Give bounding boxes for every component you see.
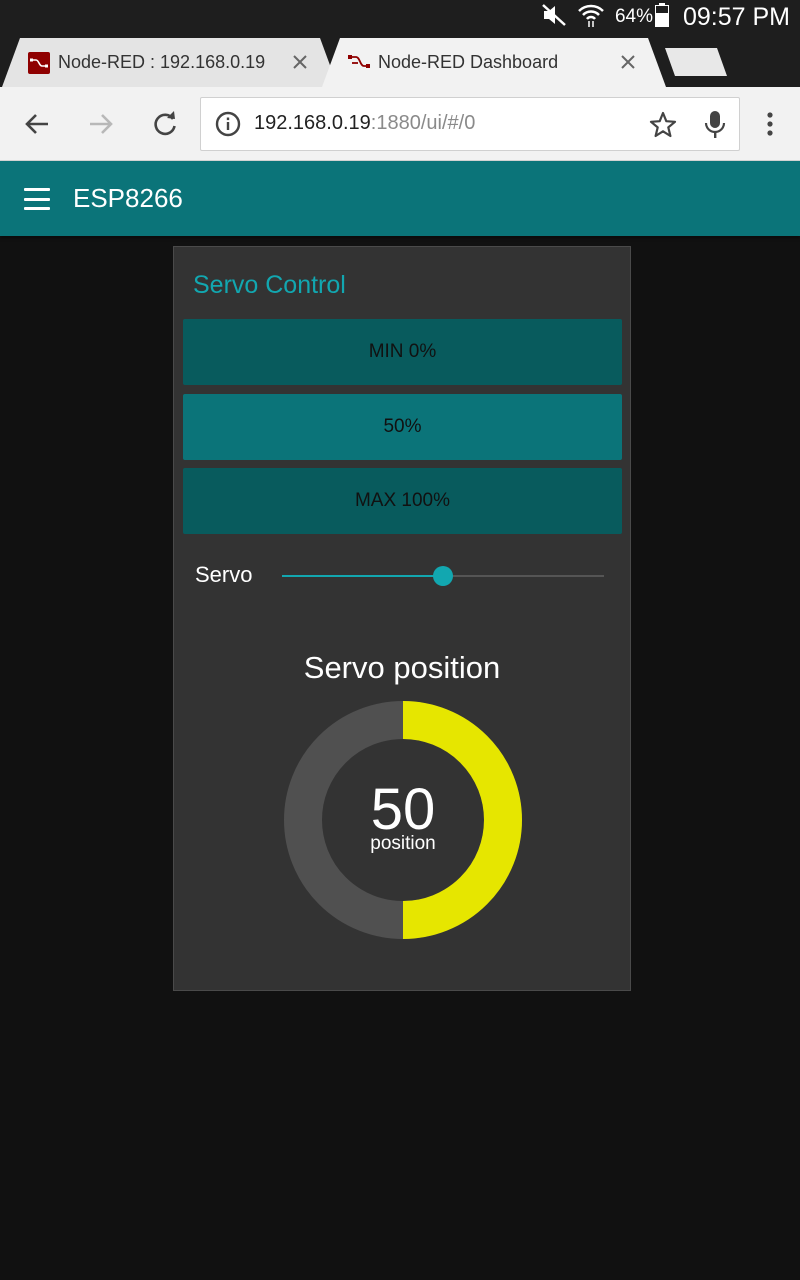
node-red-favicon bbox=[28, 51, 50, 74]
servo-control-group: Servo Control MIN 0% 50% MAX 100% Servo … bbox=[173, 246, 631, 991]
gauge-units: position bbox=[370, 833, 436, 854]
url-text[interactable]: 192.168.0.19:1880/ui/#/0 bbox=[254, 112, 475, 135]
slider-label: Servo bbox=[195, 562, 253, 587]
new-tab-button[interactable] bbox=[665, 48, 727, 76]
node-red-favicon bbox=[348, 52, 370, 74]
forward-arrow-icon[interactable] bbox=[81, 104, 121, 144]
battery-icon bbox=[654, 2, 669, 32]
url-path: :1880/ui/#/0 bbox=[370, 112, 476, 134]
tab-close-icon[interactable] bbox=[288, 50, 312, 74]
tab-title: Node-RED Dashboard bbox=[378, 52, 559, 72]
tab-close-icon[interactable] bbox=[616, 50, 640, 74]
info-icon[interactable] bbox=[215, 111, 241, 142]
mic-icon[interactable] bbox=[704, 110, 726, 145]
servo-position-gauge: 50 position bbox=[283, 700, 523, 940]
servo-slider[interactable] bbox=[282, 565, 604, 587]
dashboard-header: ESP8266 bbox=[0, 161, 800, 236]
overflow-menu-icon[interactable] bbox=[750, 104, 790, 144]
status-bar: 64% 09:57 PM bbox=[0, 0, 800, 34]
browser-toolbar: 192.168.0.19:1880/ui/#/0 bbox=[0, 87, 800, 161]
dashboard-title: ESP8266 bbox=[73, 183, 183, 213]
star-icon[interactable] bbox=[649, 111, 677, 144]
address-bar[interactable]: 192.168.0.19:1880/ui/#/0 bbox=[200, 97, 740, 151]
battery-percent: 64% bbox=[614, 6, 653, 27]
max-button[interactable]: MAX 100% bbox=[183, 468, 622, 534]
wifi-icon bbox=[577, 2, 605, 33]
min-button[interactable]: MIN 0% bbox=[183, 319, 622, 385]
tab-node-red-dashboard[interactable]: Node-RED Dashboard bbox=[322, 38, 666, 87]
tab-strip: Node-RED : 192.168.0.19 Node-RED Dashboa… bbox=[0, 34, 800, 87]
slider-fill bbox=[282, 575, 443, 577]
hamburger-menu-icon[interactable] bbox=[22, 185, 52, 213]
gauge-title: Servo position bbox=[303, 650, 501, 685]
back-arrow-icon[interactable] bbox=[17, 104, 57, 144]
tab-node-red-editor[interactable]: Node-RED : 192.168.0.19 bbox=[2, 38, 338, 87]
clock: 09:57 PM bbox=[682, 2, 790, 31]
url-host: 192.168.0.19 bbox=[254, 112, 371, 134]
tab-title: Node-RED : 192.168.0.19 bbox=[58, 52, 266, 72]
group-title: Servo Control bbox=[193, 271, 346, 299]
mute-icon bbox=[541, 3, 567, 32]
slider-thumb[interactable] bbox=[433, 566, 453, 586]
half-button[interactable]: 50% bbox=[183, 394, 622, 460]
reload-icon[interactable] bbox=[145, 104, 185, 144]
